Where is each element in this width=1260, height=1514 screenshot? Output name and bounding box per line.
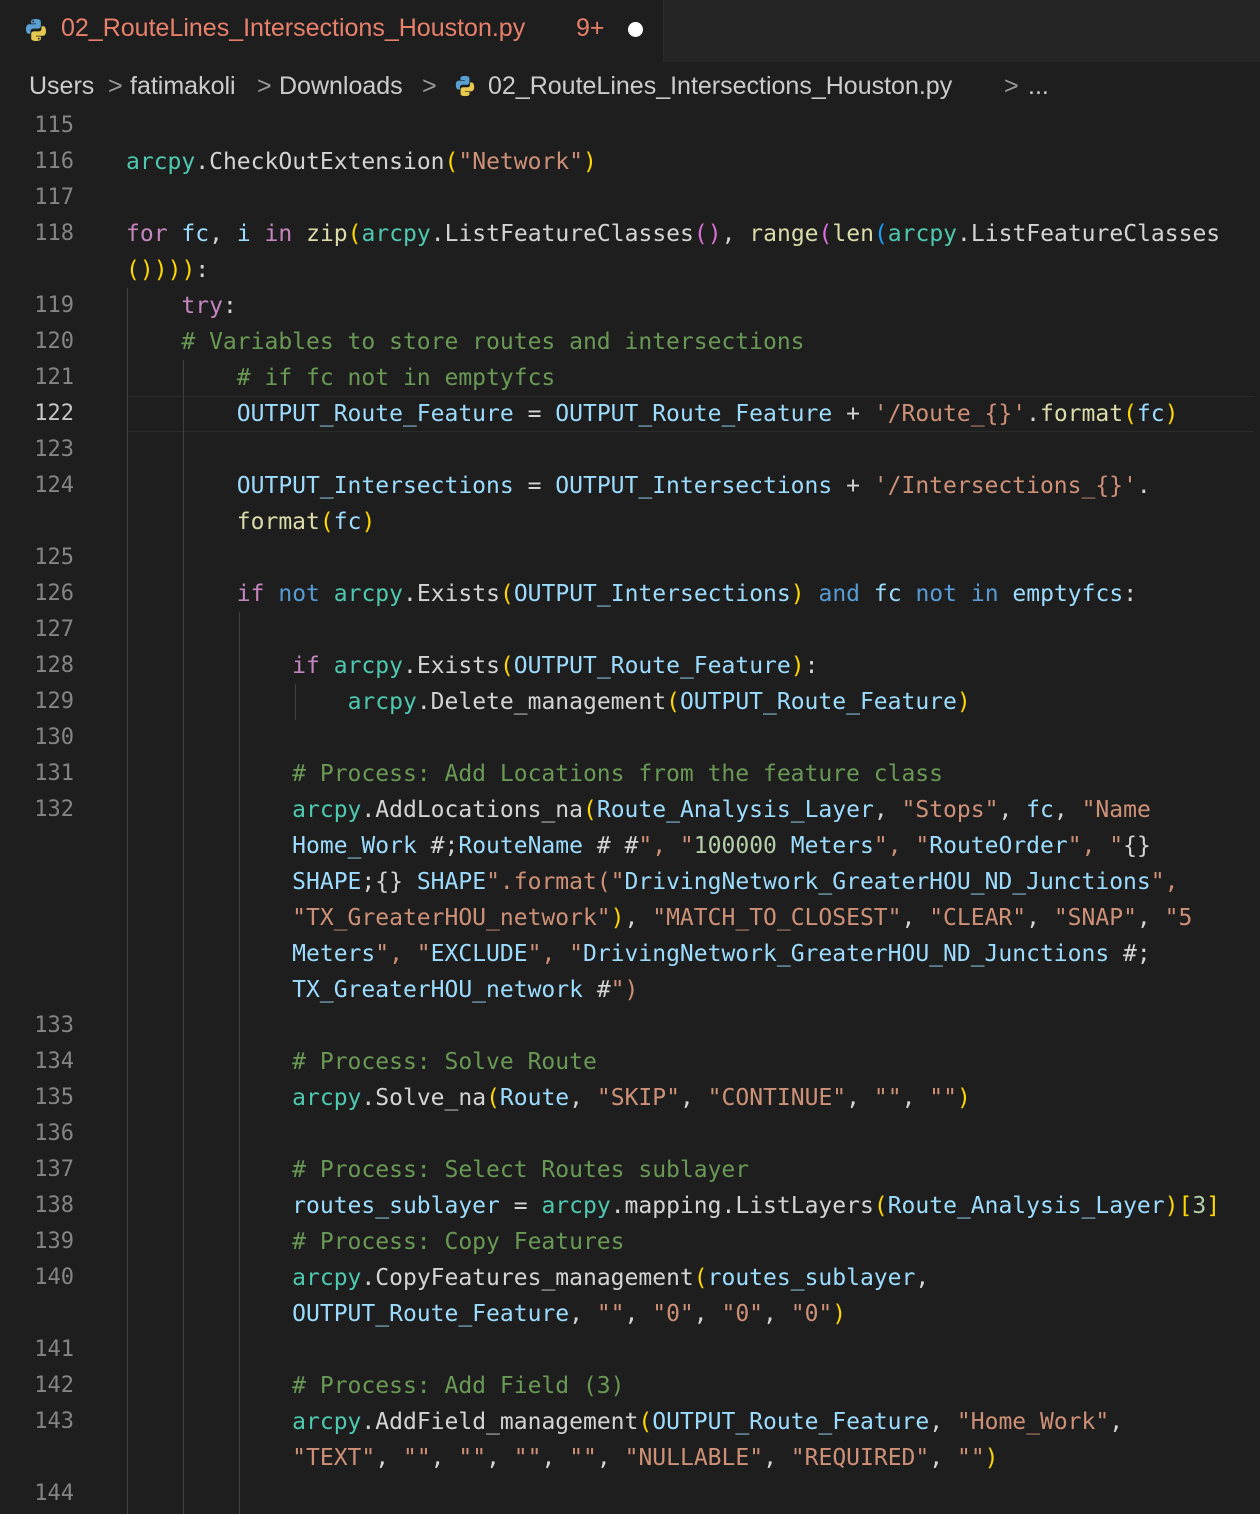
breadcrumb-item-fatimakoli[interactable]: fatimakoli xyxy=(130,72,236,101)
breadcrumb-item-users[interactable]: Users xyxy=(29,72,94,101)
code-line[interactable]: # Process: Add Field (3) xyxy=(126,1368,624,1404)
breadcrumb-item-symbol[interactable]: ... xyxy=(1028,72,1049,101)
python-icon xyxy=(26,19,46,41)
line-number: 117 xyxy=(34,185,74,210)
line-number: 136 xyxy=(34,1121,74,1146)
code-line[interactable]: arcpy.Delete_management(OUTPUT_Route_Fea… xyxy=(126,684,971,720)
code-line[interactable]: if arcpy.Exists(OUTPUT_Route_Feature): xyxy=(126,648,818,684)
line-number: 134 xyxy=(34,1049,74,1074)
line-number: 141 xyxy=(34,1337,74,1362)
code-line[interactable]: # Process: Add Locations from the featur… xyxy=(126,756,943,792)
chevron-right-icon: > xyxy=(1004,72,1019,100)
code-line[interactable]: try: xyxy=(126,288,236,324)
code-line[interactable]: arcpy.CopyFeatures_management(routes_sub… xyxy=(126,1260,929,1332)
line-number: 119 xyxy=(34,293,74,318)
line-number: 126 xyxy=(34,581,74,606)
unsaved-dot-icon[interactable] xyxy=(628,22,643,37)
problems-badge: 9+ xyxy=(576,14,605,42)
code-line[interactable]: # if fc not in emptyfcs xyxy=(126,360,556,396)
code-line[interactable]: arcpy.AddField_management(OUTPUT_Route_F… xyxy=(126,1404,1123,1476)
line-number: 118 xyxy=(34,221,74,246)
line-number: 132 xyxy=(34,797,74,822)
code-line[interactable]: if not arcpy.Exists(OUTPUT_Intersections… xyxy=(126,576,1137,612)
line-number: 115 xyxy=(34,113,74,138)
line-number: 125 xyxy=(34,545,74,570)
line-number: 130 xyxy=(34,725,74,750)
breadcrumb-item-downloads[interactable]: Downloads xyxy=(279,72,403,101)
code-line[interactable]: # Process: Select Routes sublayer xyxy=(126,1152,749,1188)
tab-filename: 02_RouteLines_Intersections_Houston.py xyxy=(61,14,526,42)
code-editor[interactable]: 115 116 117 118 119 120 121 122 123 124 … xyxy=(0,112,1260,1514)
code-line[interactable]: arcpy.AddLocations_na(Route_Analysis_Lay… xyxy=(126,792,1192,1008)
line-number: 138 xyxy=(34,1193,74,1218)
code-line[interactable]: OUTPUT_Intersections = OUTPUT_Intersecti… xyxy=(126,468,1151,540)
line-number-active: 122 xyxy=(34,401,74,426)
line-number: 116 xyxy=(34,149,74,174)
breadcrumb-item-file[interactable]: 02_RouteLines_Intersections_Houston.py xyxy=(454,72,952,101)
line-number: 137 xyxy=(34,1157,74,1182)
breadcrumb-file-label: 02_RouteLines_Intersections_Houston.py xyxy=(488,72,953,100)
line-number: 127 xyxy=(34,617,74,642)
editor-tab[interactable]: 02_RouteLines_Intersections_Houston.py 9… xyxy=(0,0,664,62)
tab-bar: 02_RouteLines_Intersections_Houston.py 9… xyxy=(0,0,1260,62)
line-number: 142 xyxy=(34,1373,74,1398)
code-line[interactable]: arcpy.CheckOutExtension("Network") xyxy=(126,144,597,180)
line-number: 133 xyxy=(34,1013,74,1038)
code-line[interactable]: # Process: Copy Features xyxy=(126,1224,624,1260)
breadcrumb: Users > fatimakoli > Downloads > 02_Rout… xyxy=(0,62,1260,112)
code-line[interactable]: for fc, i in zip(arcpy.ListFeatureClasse… xyxy=(126,216,1220,288)
chevron-right-icon: > xyxy=(422,72,437,100)
line-number: 124 xyxy=(34,473,74,498)
code-line[interactable]: # Process: Solve Route xyxy=(126,1044,597,1080)
chevron-right-icon: > xyxy=(108,72,123,100)
line-number: 140 xyxy=(34,1265,74,1290)
line-number: 135 xyxy=(34,1085,74,1110)
python-icon xyxy=(455,75,475,97)
line-number: 121 xyxy=(34,365,74,390)
code-line[interactable]: # Variables to store routes and intersec… xyxy=(126,324,804,360)
line-number: 131 xyxy=(34,761,74,786)
code-line[interactable]: routes_sublayer = arcpy.mapping.ListLaye… xyxy=(126,1188,1220,1224)
line-number: 123 xyxy=(34,437,74,462)
line-number: 143 xyxy=(34,1409,74,1434)
line-number: 139 xyxy=(34,1229,74,1254)
chevron-right-icon: > xyxy=(257,72,272,100)
code-line[interactable]: arcpy.Solve_na(Route, "SKIP", "CONTINUE"… xyxy=(126,1080,971,1116)
line-number: 128 xyxy=(34,653,74,678)
line-number: 144 xyxy=(34,1481,74,1506)
code-line-active[interactable]: OUTPUT_Route_Feature = OUTPUT_Route_Feat… xyxy=(126,396,1179,432)
line-number: 129 xyxy=(34,689,74,714)
line-number: 120 xyxy=(34,329,74,354)
